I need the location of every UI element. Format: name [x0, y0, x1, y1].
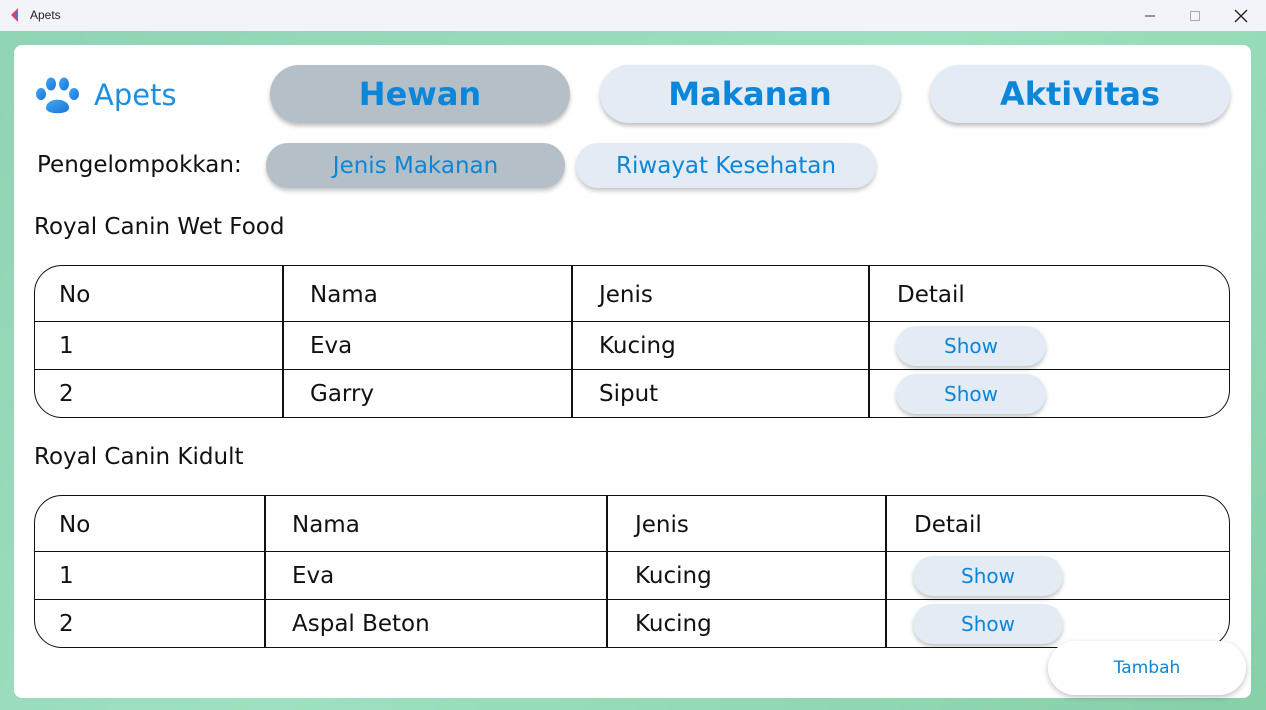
group-title: Royal Canin Kidult: [34, 444, 244, 470]
paw-icon: [36, 77, 79, 114]
cell-jenis: Kucing: [635, 611, 712, 637]
show-detail-button[interactable]: Show: [913, 556, 1063, 596]
close-icon: [1234, 9, 1248, 22]
table-row: 2 Garry Siput Show: [35, 370, 1229, 417]
nav-hewan-button[interactable]: Hewan: [270, 65, 570, 123]
header-no: No: [59, 512, 91, 538]
app-logo-icon: [11, 8, 18, 22]
table-row: 2 Aspal Beton Kucing Show: [35, 600, 1229, 647]
cell-jenis: Siput: [599, 381, 659, 407]
data-table: No Nama Jenis Detail 1 Eva Kucing Show 2…: [34, 265, 1230, 418]
minimize-button[interactable]: [1127, 0, 1173, 31]
table-header-row: No Nama Jenis Detail: [35, 266, 1229, 322]
table-header-row: No Nama Jenis Detail: [35, 496, 1229, 552]
header-no: No: [59, 282, 91, 308]
cell-no: 1: [59, 333, 74, 359]
cell-no: 2: [59, 611, 74, 637]
header-jenis: Jenis: [599, 282, 653, 308]
header-detail: Detail: [897, 282, 965, 308]
table-row: 1 Eva Kucing Show: [35, 322, 1229, 370]
window-titlebar: Apets: [0, 0, 1266, 31]
show-detail-button[interactable]: Show: [896, 326, 1046, 366]
window-title: Apets: [30, 8, 61, 22]
cell-nama: Garry: [310, 381, 375, 407]
main-card: Apets Hewan Makanan Aktivitas Pengelompo…: [14, 45, 1251, 698]
header-nama: Nama: [310, 282, 378, 308]
close-button[interactable]: [1218, 0, 1264, 31]
cell-nama: Eva: [292, 563, 335, 589]
maximize-button[interactable]: [1172, 0, 1218, 31]
nav-makanan-button[interactable]: Makanan: [600, 65, 900, 123]
app-name: Apets: [94, 78, 177, 112]
group-riwayat-kesehatan-button[interactable]: Riwayat Kesehatan: [576, 143, 876, 188]
cell-jenis: Kucing: [599, 333, 676, 359]
header-jenis: Jenis: [635, 512, 689, 538]
cell-nama: Aspal Beton: [292, 611, 430, 637]
nav-aktivitas-button[interactable]: Aktivitas: [930, 65, 1230, 123]
grouping-label: Pengelompokkan:: [37, 152, 242, 178]
header-detail: Detail: [914, 512, 982, 538]
cell-no: 1: [59, 563, 74, 589]
cell-jenis: Kucing: [635, 563, 712, 589]
group-jenis-makanan-button[interactable]: Jenis Makanan: [266, 143, 565, 188]
show-detail-button[interactable]: Show: [913, 604, 1063, 644]
maximize-icon: [1190, 10, 1200, 21]
show-detail-button[interactable]: Show: [896, 374, 1046, 414]
minimize-icon: [1145, 15, 1155, 16]
table-row: 1 Eva Kucing Show: [35, 552, 1229, 600]
cell-no: 2: [59, 381, 74, 407]
cell-nama: Eva: [310, 333, 353, 359]
group-title: Royal Canin Wet Food: [34, 214, 285, 240]
data-table: No Nama Jenis Detail 1 Eva Kucing Show 2…: [34, 495, 1230, 648]
header-nama: Nama: [292, 512, 360, 538]
tambah-button[interactable]: Tambah: [1048, 641, 1246, 695]
